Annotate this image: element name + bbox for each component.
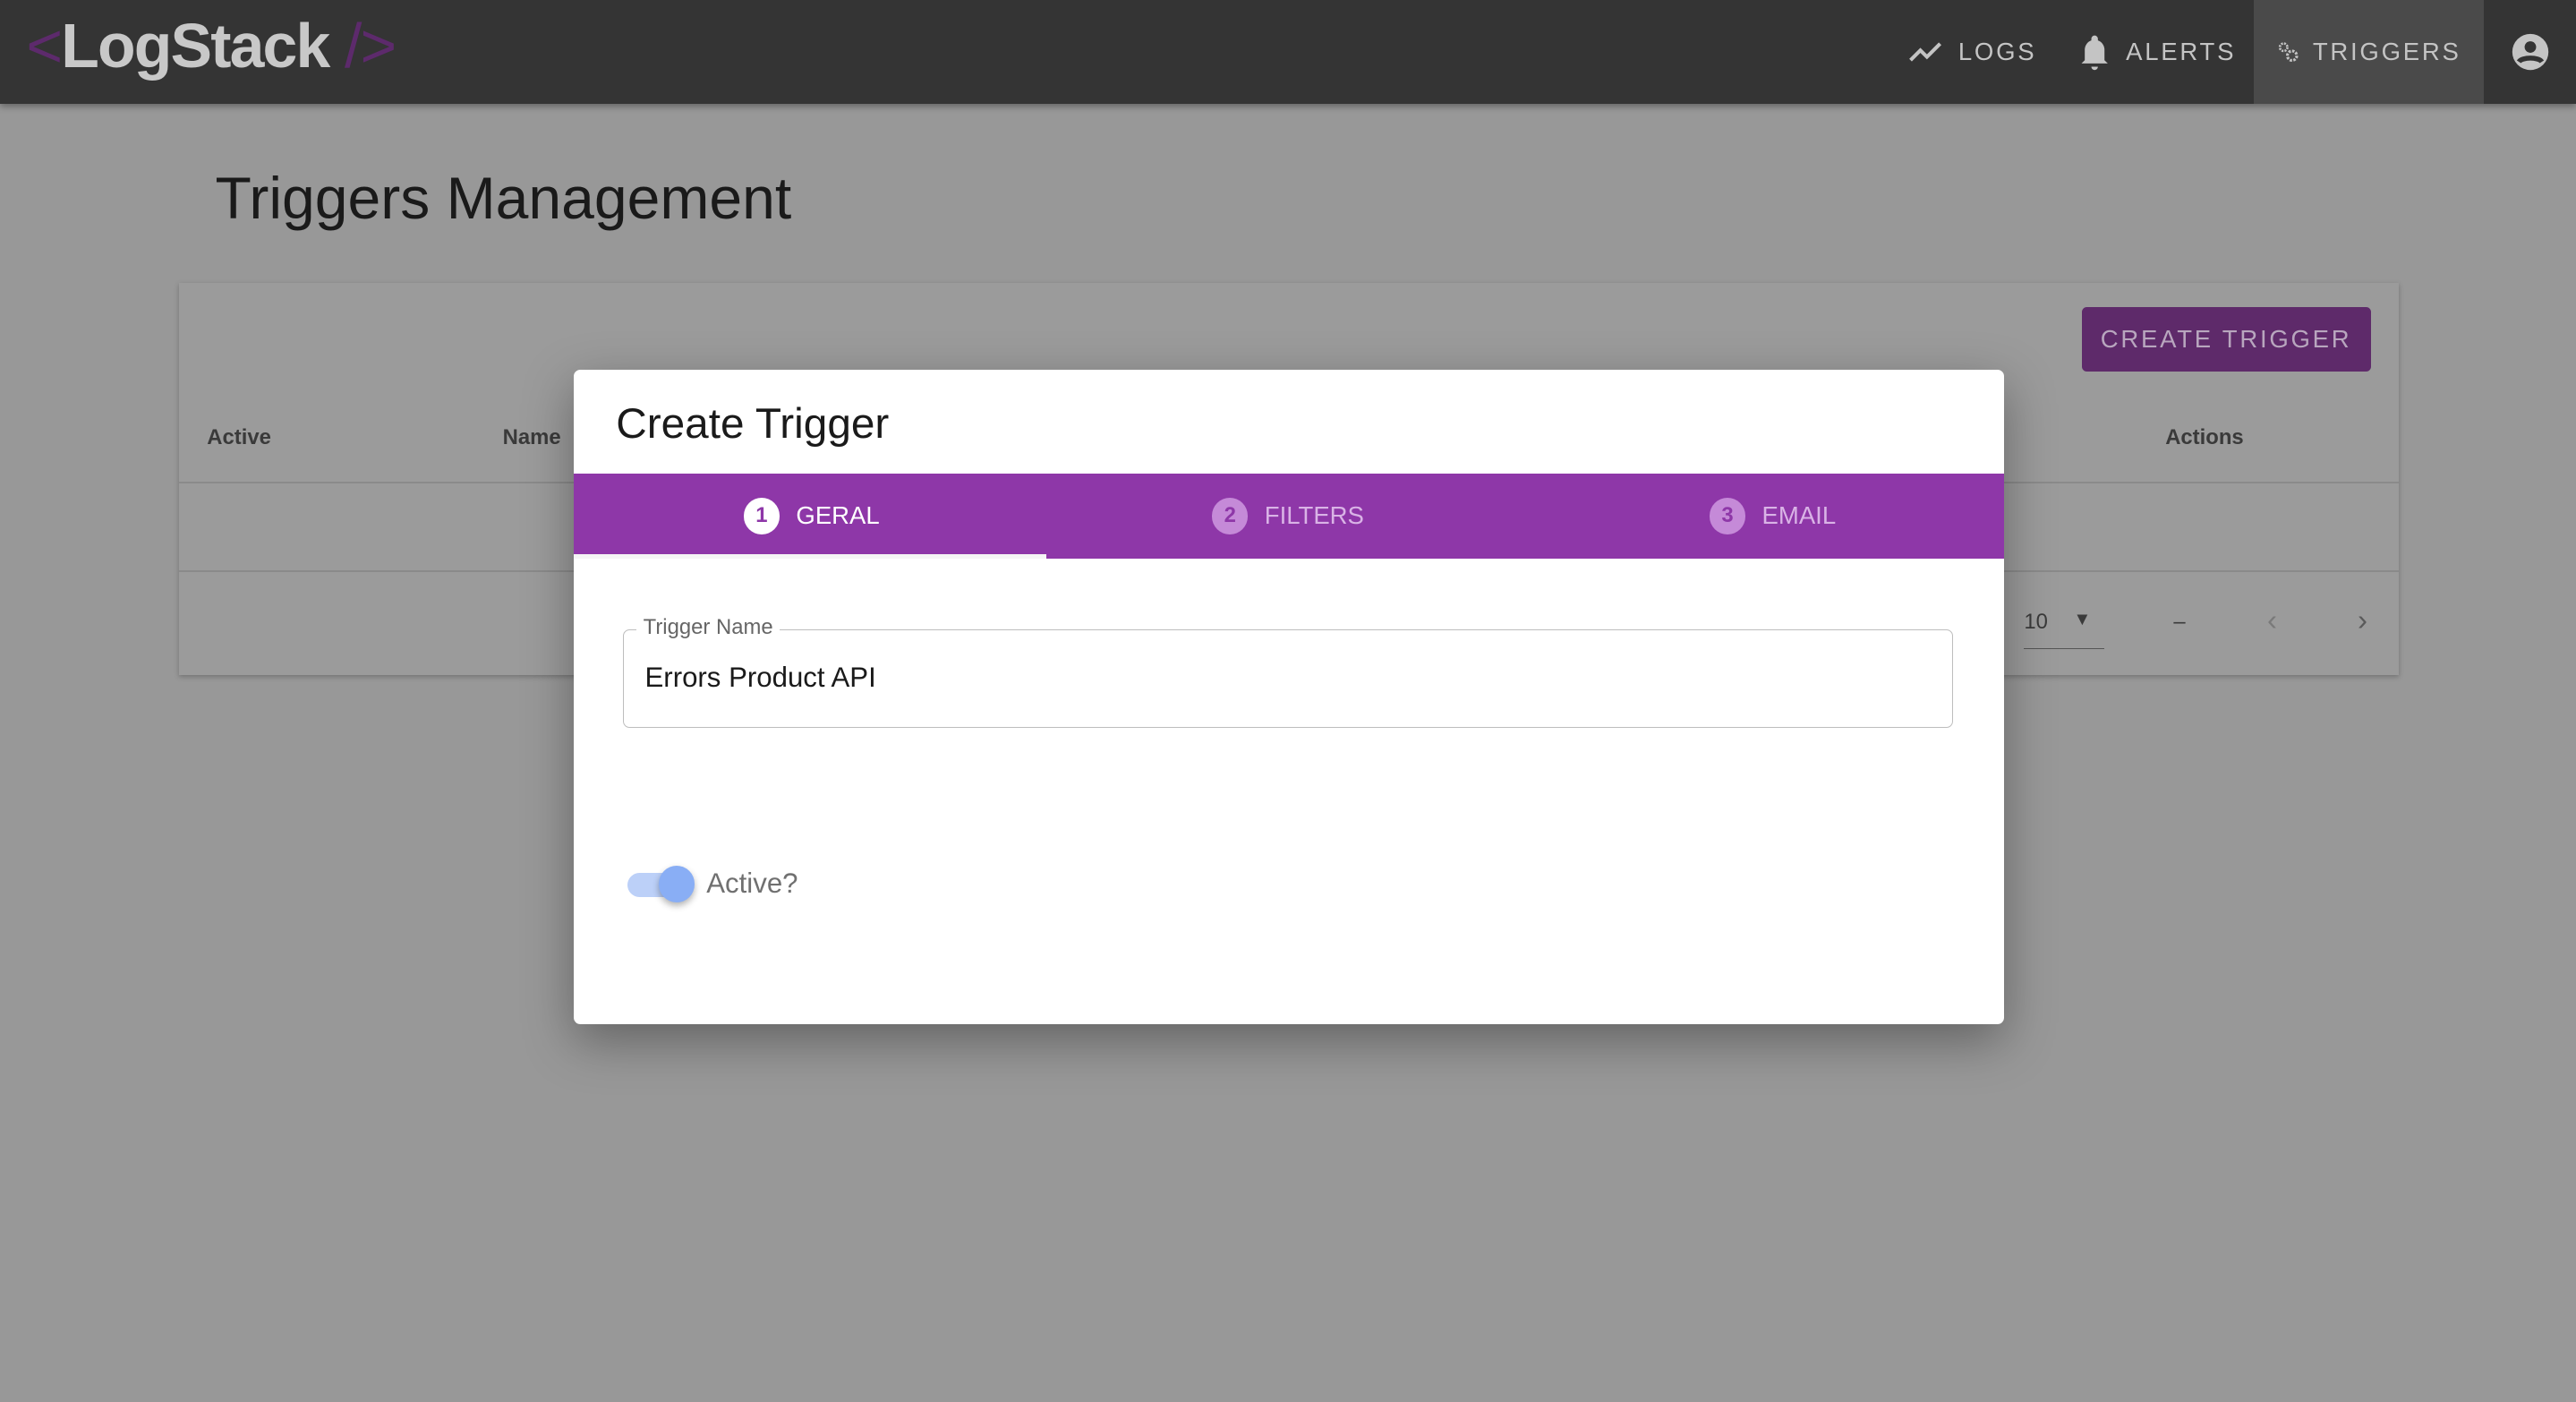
trend-icon bbox=[1909, 42, 1942, 62]
step-number: 1 bbox=[743, 498, 780, 534]
stepper-tabs: 1 GERAL 2 FILTERS 3 EMAIL bbox=[573, 473, 2005, 560]
column-header-name[interactable]: Name bbox=[503, 425, 561, 450]
active-tab-indicator bbox=[573, 553, 1047, 560]
nav-label: TRIGGERS bbox=[2312, 37, 2461, 65]
step-number: 2 bbox=[1212, 498, 1249, 534]
next-page-button[interactable]: › bbox=[2358, 603, 2367, 637]
gears-icon bbox=[2278, 42, 2299, 62]
dialog-title: Create Trigger bbox=[616, 400, 890, 449]
top-app-bar: <LogStack /> LOGS ALERTS TRIGGERS bbox=[0, 0, 2576, 104]
page-title: Triggers Management bbox=[215, 165, 792, 232]
rows-per-page-select[interactable]: 10 ▼ bbox=[2024, 609, 2105, 649]
step-label: FILTERS bbox=[1264, 501, 1364, 530]
account-circle-icon bbox=[2512, 33, 2548, 70]
column-header-active[interactable]: Active bbox=[207, 425, 271, 450]
create-trigger-dialog: Create Trigger 1 GERAL 2 FILTERS 3 EMAIL Tr… bbox=[573, 369, 2005, 1024]
active-toggle[interactable] bbox=[659, 866, 695, 902]
tab-filters[interactable]: 2 FILTERS bbox=[1050, 474, 1526, 559]
step-label: GERAL bbox=[796, 501, 880, 530]
prev-page-button[interactable]: ‹ bbox=[2267, 603, 2277, 637]
page-range: – bbox=[2173, 609, 2186, 634]
column-header-actions: Actions bbox=[2165, 425, 2244, 450]
active-toggle-label[interactable]: Active? bbox=[706, 868, 798, 900]
trigger-name-input[interactable]: Errors Product API bbox=[645, 662, 876, 694]
step-label: EMAIL bbox=[1761, 501, 1837, 530]
logo-bracket: < bbox=[26, 11, 63, 81]
bell-icon bbox=[2081, 35, 2108, 70]
account-button[interactable] bbox=[2484, 0, 2576, 104]
logo-bracket: /> bbox=[345, 11, 397, 81]
tab-email[interactable]: 3 EMAIL bbox=[1534, 474, 2004, 559]
field-label: Trigger Name bbox=[636, 615, 780, 641]
step-number: 3 bbox=[1709, 498, 1746, 534]
nav-triggers[interactable]: TRIGGERS bbox=[2254, 0, 2485, 104]
logo[interactable]: <LogStack /> bbox=[26, 10, 397, 81]
create-trigger-button[interactable]: CREATE TRIGGER bbox=[2081, 307, 2371, 372]
logo-text: LogStack bbox=[61, 11, 330, 81]
nav-alerts[interactable]: ALERTS bbox=[2053, 0, 2258, 104]
rows-per-page-value: 10 bbox=[2024, 609, 2048, 634]
nav-logs[interactable]: LOGS bbox=[1882, 0, 2060, 104]
nav-label: LOGS bbox=[1958, 37, 2037, 65]
trigger-name-field[interactable]: Trigger Name Errors Product API bbox=[622, 615, 1954, 729]
tab-geral[interactable]: 1 GERAL bbox=[574, 474, 1050, 559]
caret-down-icon: ▼ bbox=[2073, 609, 2092, 629]
nav-label: ALERTS bbox=[2126, 37, 2237, 65]
